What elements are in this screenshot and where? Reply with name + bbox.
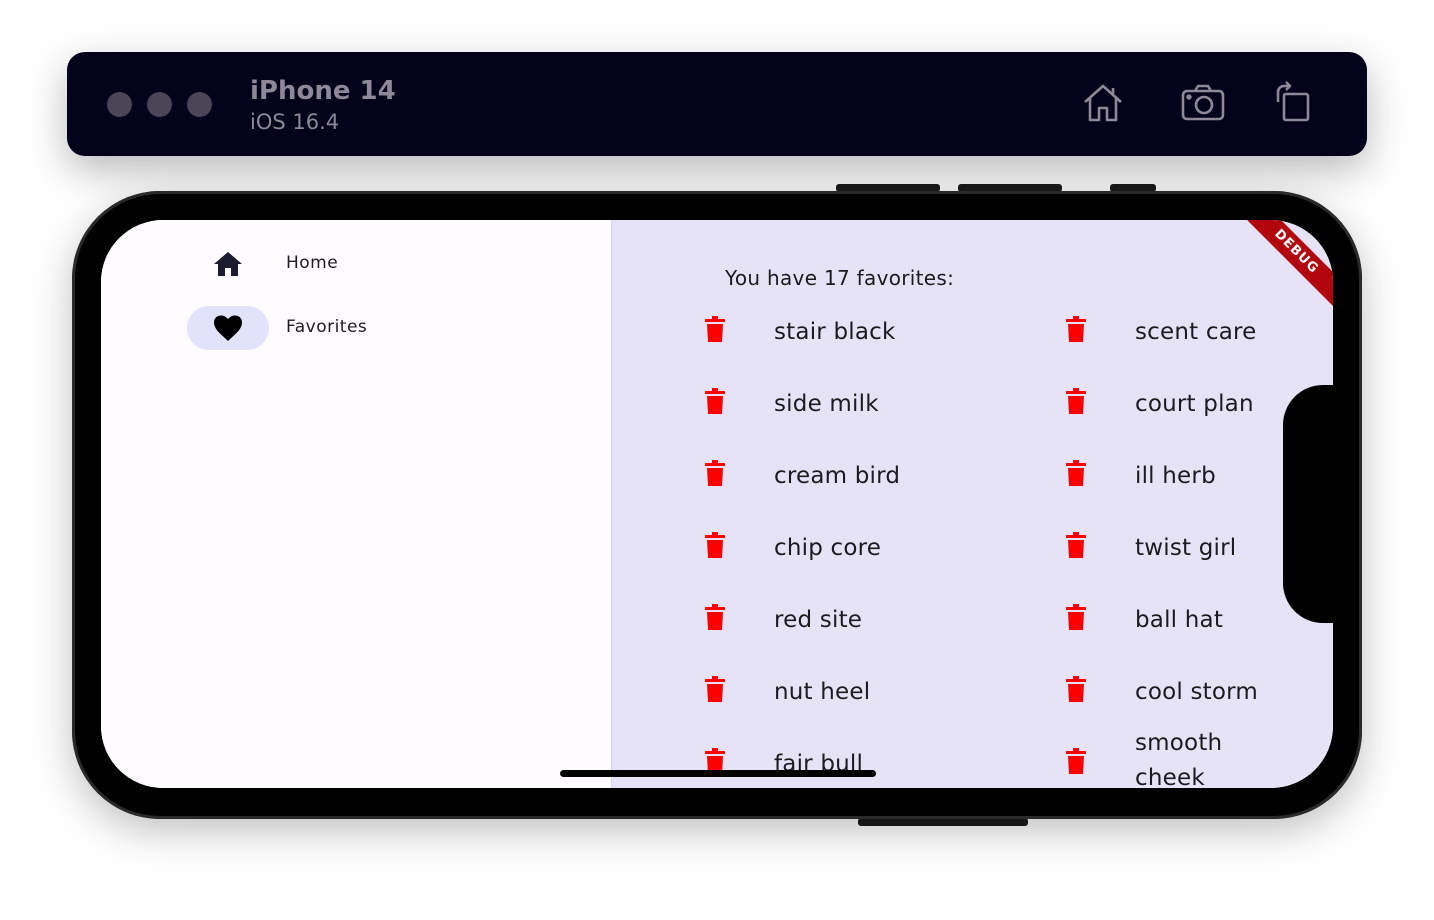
trash-icon xyxy=(1066,532,1086,558)
delete-button[interactable] xyxy=(705,388,725,414)
favorite-word: nut heel xyxy=(774,679,871,705)
favorite-word: cream bird xyxy=(774,463,901,489)
trash-icon xyxy=(1066,676,1086,702)
trash-icon xyxy=(705,460,725,486)
delete-button[interactable] xyxy=(1066,604,1086,630)
favorite-item: cream bird xyxy=(612,436,972,508)
delete-button[interactable] xyxy=(705,460,725,486)
trash-icon xyxy=(705,604,725,630)
favorite-item: side milk xyxy=(612,364,972,436)
favorite-word: smooth cheek xyxy=(1135,730,1223,788)
delete-button[interactable] xyxy=(1066,532,1086,558)
favorite-item: stair black xyxy=(612,292,972,364)
navigation-rail: Home Favorites xyxy=(101,220,612,788)
device-name: iPhone 14 xyxy=(250,76,396,106)
favorite-item: ball hat xyxy=(973,580,1333,652)
trash-icon xyxy=(1066,388,1086,414)
favorite-item: ill herb xyxy=(973,436,1333,508)
favorite-word: cool storm xyxy=(1135,679,1259,705)
delete-button[interactable] xyxy=(1066,388,1086,414)
favorite-item: cool storm xyxy=(973,652,1333,724)
home-indicator[interactable] xyxy=(560,770,876,777)
rotate-icon xyxy=(1276,81,1310,122)
favorite-item: twist girl xyxy=(973,508,1333,580)
trash-icon xyxy=(705,532,725,558)
delete-button[interactable] xyxy=(705,676,725,702)
screenshot-icon xyxy=(1181,84,1225,121)
nav-indicator-favorites xyxy=(187,306,269,350)
trash-icon xyxy=(705,316,725,342)
favorite-item: red site xyxy=(612,580,972,652)
trash-icon xyxy=(705,676,725,702)
trash-icon xyxy=(1066,316,1086,342)
delete-button[interactable] xyxy=(1066,316,1086,342)
app-screen: Home Favorites You have 17 favorites: st… xyxy=(101,220,1333,788)
favorite-word: ball hat xyxy=(1135,607,1224,633)
favorite-item: fair bull xyxy=(612,724,972,788)
os-version: iOS 16.4 xyxy=(250,110,340,134)
screenshot-button[interactable] xyxy=(1180,80,1226,126)
minimize-window-button[interactable] xyxy=(147,92,172,117)
iphone-device: Home Favorites You have 17 favorites: st… xyxy=(72,191,1362,819)
close-window-button[interactable] xyxy=(107,92,132,117)
delete-button[interactable] xyxy=(705,316,725,342)
favorite-word: scent care xyxy=(1135,319,1257,345)
favorites-page: You have 17 favorites: stair black scent… xyxy=(612,220,1333,788)
delete-button[interactable] xyxy=(705,532,725,558)
zoom-window-button[interactable] xyxy=(187,92,212,117)
home-button[interactable] xyxy=(1080,80,1126,126)
nav-item-favorites[interactable]: Favorites xyxy=(101,304,612,352)
favorite-item: court plan xyxy=(973,364,1333,436)
favorite-word: chip core xyxy=(774,535,882,561)
delete-button[interactable] xyxy=(1066,748,1086,774)
dynamic-island-notch xyxy=(1283,385,1333,623)
favorite-word: side milk xyxy=(774,391,879,417)
favorite-word: stair black xyxy=(774,319,896,345)
home-icon xyxy=(1084,84,1122,122)
trash-icon xyxy=(1066,604,1086,630)
trash-icon xyxy=(1066,748,1086,774)
nav-label-home: Home xyxy=(286,253,339,273)
home-icon xyxy=(214,252,242,276)
nav-indicator-home xyxy=(187,242,269,286)
nav-item-home[interactable]: Home xyxy=(101,240,612,288)
heart-icon xyxy=(214,315,242,341)
power-button xyxy=(858,818,1028,826)
delete-button[interactable] xyxy=(1066,460,1086,486)
trash-icon xyxy=(1066,460,1086,486)
favorite-item: chip core xyxy=(612,508,972,580)
simulator-toolbar: iPhone 14 iOS 16.4 xyxy=(67,52,1367,156)
rotate-button[interactable] xyxy=(1270,80,1316,126)
favorite-word: red site xyxy=(774,607,863,633)
delete-button[interactable] xyxy=(1066,676,1086,702)
nav-label-favorites: Favorites xyxy=(286,317,368,337)
trash-icon xyxy=(705,388,725,414)
favorites-count-header: You have 17 favorites: xyxy=(725,266,955,290)
favorite-item: smooth cheek xyxy=(973,724,1333,788)
delete-button[interactable] xyxy=(705,604,725,630)
favorite-item: scent care xyxy=(973,292,1333,364)
favorite-item: nut heel xyxy=(612,652,972,724)
